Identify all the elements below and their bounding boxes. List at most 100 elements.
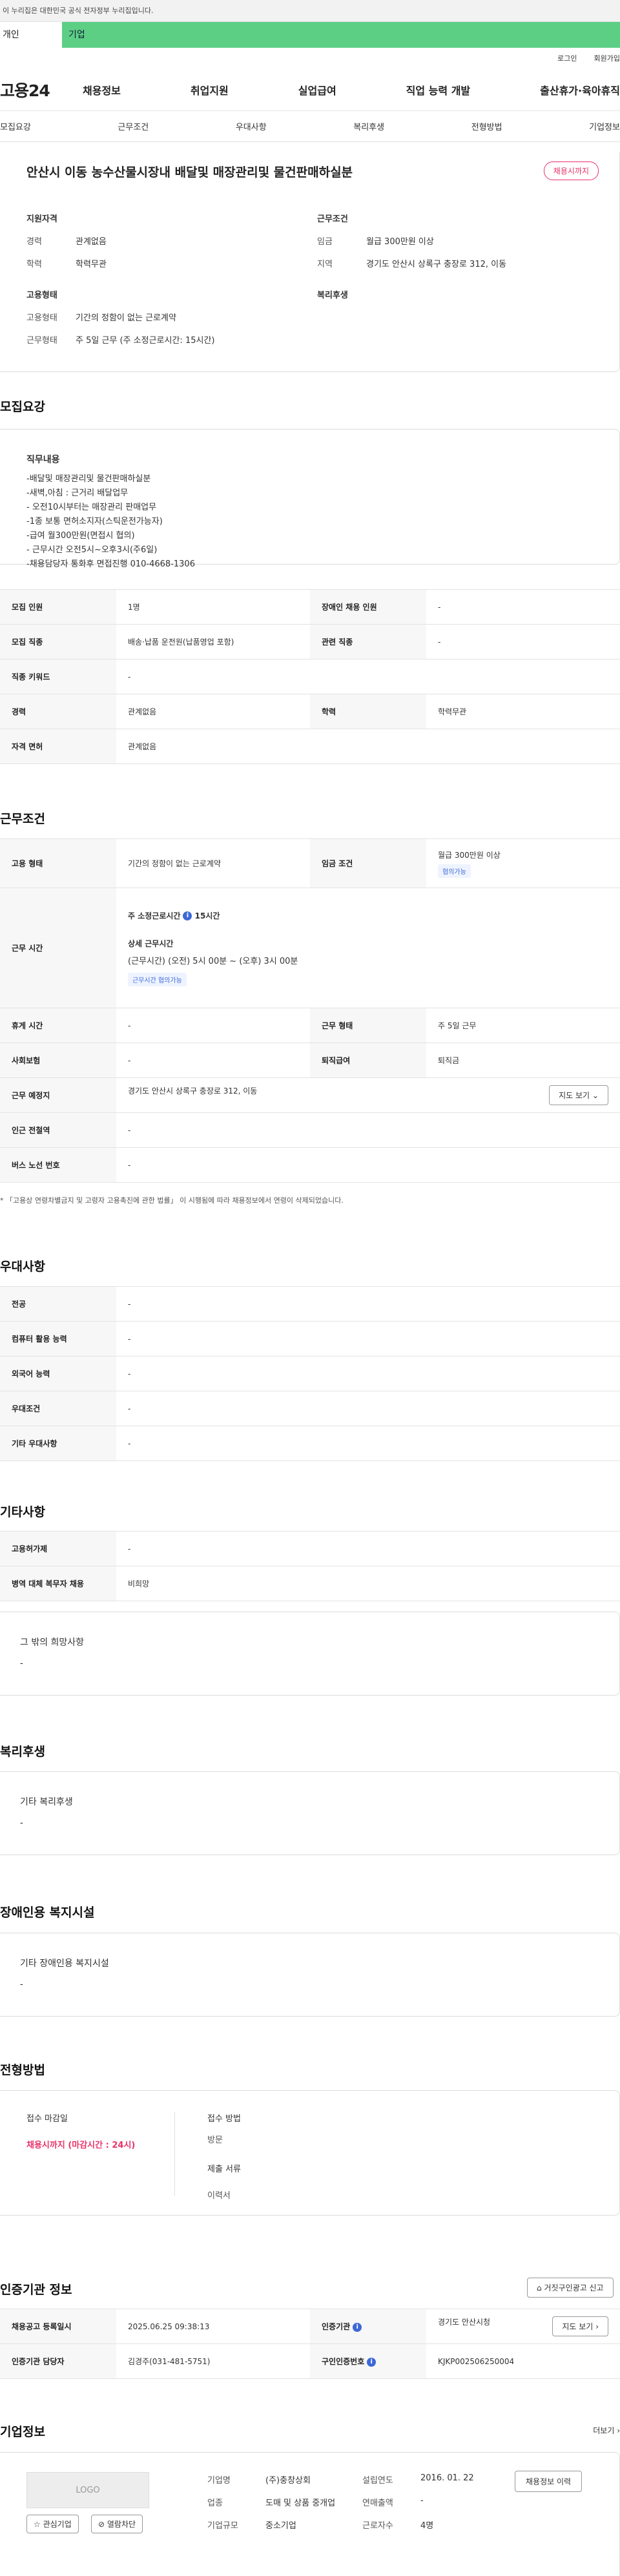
- report-fake-ad-button[interactable]: ⌂ 거짓구인광고 신고: [527, 2278, 614, 2298]
- employment-permit-label: 고용허가제: [0, 1531, 116, 1566]
- company-info-left: 기업명 (주)충창상회 업종 도매 및 상품 중개업 기업규모 중소기업: [207, 2473, 349, 2541]
- table-row: 고용 형태 기간의 정함이 없는 근로계약 임금 조건 월급 300만원 이상 …: [0, 838, 620, 888]
- count-label: 모집 인원: [0, 589, 116, 625]
- keyword-value: -: [116, 659, 620, 694]
- subnav-selection[interactable]: 전형방법: [471, 120, 502, 132]
- table-row: 경력 관계없음 학력 학력무관: [0, 694, 620, 729]
- insurance-label: 사회보험: [0, 1043, 116, 1078]
- region-value: 경기도 안산시 상록구 충장로 312, 이동: [366, 260, 507, 269]
- severance-value: 퇴직금: [426, 1043, 620, 1078]
- tab-person[interactable]: 개인: [0, 22, 62, 48]
- gnb-item-parental-leave[interactable]: 출산휴가·육아휴직: [540, 82, 620, 98]
- table-row: 모집 직종 배송·납품 운전원(납품영업 포함) 관련 직종 -: [0, 624, 620, 660]
- employees-label: 근로자수: [362, 2521, 393, 2531]
- career-label: 경력: [26, 237, 42, 247]
- subnav-pref[interactable]: 우대사항: [236, 120, 267, 132]
- job-summary-card: 안산시 이동 농수산물시장내 배달및 매장관리및 물건판매하실분 채용시까지 지…: [0, 152, 620, 372]
- company-more-label: 더보기: [593, 2426, 615, 2435]
- work-emptype-value: 기간의 정함이 없는 근로계약: [116, 838, 310, 888]
- favorite-company-button[interactable]: ☆ 관심기업: [26, 2515, 79, 2533]
- license-label: 자격 면허: [0, 729, 116, 764]
- favorite-company-label: 관심기업: [43, 2520, 72, 2529]
- sales-label: 연매출액: [362, 2498, 393, 2508]
- tab-company[interactable]: 기업: [62, 22, 620, 48]
- severance-label: 퇴직급여: [310, 1043, 426, 1078]
- qualification-block: 지원자격 경력 관계없음 학력 학력무관: [26, 212, 285, 280]
- count-value: 1명: [116, 589, 310, 625]
- block-view-button[interactable]: ⊘ 열람차단: [91, 2515, 143, 2533]
- company-more-link[interactable]: 더보기 ›: [593, 2425, 620, 2436]
- language-label: 외국어 능력: [0, 1356, 116, 1391]
- table-row: 근무 시간 주 소정근로시간 i 15시간 상세 근무시간 (근무시간) (오전)…: [0, 888, 620, 1008]
- wage-label: 임금: [317, 237, 333, 247]
- workform-label: 근무형태: [26, 336, 57, 346]
- cert-map-button[interactable]: 지도 보기 ›: [552, 2316, 608, 2336]
- welfare-title: 기타 복리후생: [20, 1797, 73, 1807]
- weekly-hours-label: 주 소정근로시간: [128, 911, 181, 920]
- section-title-pref: 우대사항: [0, 1260, 45, 1274]
- major-value: -: [116, 1286, 620, 1322]
- pref-cond-label: 우대조건: [0, 1391, 116, 1426]
- join-link[interactable]: 회원가입: [594, 53, 620, 63]
- employment-block: 고용형태 고용형태 기간의 정함이 없는 근로계약 근무형태 주 5일 근무 (주 …: [26, 288, 285, 356]
- table-row: 병역 대체 복무자 채용 비희망: [0, 1566, 620, 1601]
- gnb-menu: 채용정보 취업지원 실업급여 직업 능력 개발 출산휴가·육아휴직: [83, 82, 620, 98]
- cert-no-value: KJKP002506250004: [426, 2343, 620, 2379]
- job-type-label: 모집 직종: [0, 624, 116, 660]
- company-box: LOGO ☆ 관심기업 ⊘ 열람차단 기업명 (주)충창상회 업종 도매 및 상품 …: [0, 2452, 620, 2576]
- wage-value: 월급 300만원 이상: [366, 237, 434, 247]
- subnav-work[interactable]: 근무조건: [118, 120, 149, 132]
- table-row: 인근 전철역 -: [0, 1112, 620, 1148]
- work-table: 고용 형태 기간의 정함이 없는 근로계약 임금 조건 월급 300만원 이상 …: [0, 838, 620, 1183]
- rest-value: -: [116, 1008, 310, 1043]
- status-badge: 채용시까지: [543, 161, 599, 180]
- company-name-value: (주)충창상회: [265, 2476, 311, 2486]
- company-name-label: 기업명: [207, 2476, 231, 2486]
- gnb-item-training[interactable]: 직업 능력 개발: [406, 82, 470, 98]
- gnb-item-unemployment[interactable]: 실업급여: [298, 82, 336, 98]
- section-title-selection: 전형방법: [0, 2063, 45, 2077]
- employees-value: 4명: [420, 2521, 434, 2531]
- language-value: -: [116, 1356, 620, 1391]
- bus-label: 버스 노선 번호: [0, 1147, 116, 1183]
- cert-org-label: 인증기관 i: [310, 2309, 426, 2344]
- utility-links: 로그인 회원가입: [0, 48, 620, 68]
- section-title-etc: 기타사항: [0, 1505, 45, 1519]
- subnav-welfare[interactable]: 복리후생: [353, 120, 384, 132]
- insurance-value: -: [116, 1043, 310, 1078]
- disabled-facility-title: 기타 장애인용 복지시설: [20, 1958, 109, 1969]
- other-hope-title: 그 밖의 희망사항: [20, 1637, 85, 1648]
- subnav-recruit[interactable]: 모집요강: [0, 120, 31, 132]
- bus-value: -: [116, 1147, 620, 1183]
- work-place-value: 경기도 안산시 상록구 충장로 312, 이동: [128, 1086, 258, 1096]
- star-icon: ☆: [34, 2520, 41, 2529]
- table-row: 휴게 시간 - 근무 형태 주 5일 근무: [0, 1008, 620, 1043]
- global-nav: 고용24 채용정보 취업지원 실업급여 직업 능력 개발 출산휴가·육아휴직: [0, 68, 620, 111]
- est-year-value: 2016. 01. 22: [420, 2473, 474, 2483]
- info-icon[interactable]: i: [353, 2322, 362, 2332]
- recruit-career-value: 관계없음: [116, 694, 310, 729]
- site-logo[interactable]: 고용24: [0, 78, 83, 101]
- login-link[interactable]: 로그인: [557, 53, 577, 63]
- info-icon[interactable]: i: [183, 911, 192, 920]
- welfare-summary-block: 복리후생: [317, 288, 575, 311]
- map-view-button[interactable]: 지도 보기 ⌄: [549, 1085, 608, 1105]
- pref-cond-value: -: [116, 1391, 620, 1426]
- age-notice: * 「고용상 연령차별금지 및 고령자 고용촉진에 관한 법률」 이 시행됨에 …: [0, 1196, 344, 1205]
- cert-map-button-label: 지도 보기: [562, 2322, 594, 2331]
- gnb-item-jobs[interactable]: 채용정보: [83, 82, 121, 98]
- major-label: 전공: [0, 1286, 116, 1322]
- subnav-company[interactable]: 기업정보: [589, 120, 620, 132]
- edu-value: 학력무관: [76, 260, 107, 269]
- subway-value: -: [116, 1112, 620, 1148]
- method-block: 접수 방법 방문 제출 서류 이력서: [207, 2112, 241, 2201]
- edu-label: 학력: [26, 260, 42, 269]
- cert-org-label-text: 인증기관: [322, 2322, 351, 2331]
- gnb-item-employment-support[interactable]: 취업지원: [191, 82, 229, 98]
- info-icon[interactable]: i: [367, 2357, 377, 2367]
- job-type-value: 배송·납품 운전원(납품영업 포함): [116, 624, 310, 660]
- table-row: 컴퓨터 활용 능력 -: [0, 1321, 620, 1356]
- job-history-button[interactable]: 채용정보 이력: [515, 2471, 583, 2492]
- section-title-disabled-facility: 장애인용 복지시설: [0, 1906, 95, 1920]
- section-title-recruit: 모집요강: [0, 400, 45, 414]
